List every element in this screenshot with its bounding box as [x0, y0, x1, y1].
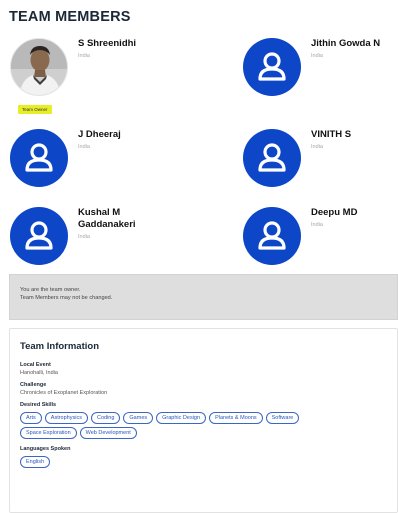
skill-chip[interactable]: Space Exploration: [20, 427, 77, 439]
team-owner-badge: Team Owner: [18, 105, 52, 114]
skill-chip[interactable]: Arts: [20, 412, 42, 424]
skill-chip[interactable]: Astrophysics: [44, 412, 88, 424]
challenge-value: Chronicles of Exoplanet Exploration: [20, 390, 108, 396]
languages-label: Languages Spoken: [20, 446, 71, 452]
person-icon: [243, 129, 301, 187]
person-icon: [243, 207, 301, 265]
member-location: India: [311, 144, 323, 150]
team-information-panel: Team Information Local Event Hanohalli, …: [9, 328, 398, 513]
member-card-4[interactable]: VINITH S India: [243, 129, 393, 189]
member-location: India: [78, 53, 90, 59]
member-card-2[interactable]: Jithin Gowda N India: [243, 38, 393, 98]
skill-chip[interactable]: Graphic Design: [156, 412, 207, 424]
member-name: Jithin Gowda N: [311, 38, 381, 49]
member-name: J Dheeraj: [78, 129, 121, 140]
skill-chip[interactable]: Planets & Moons: [209, 412, 263, 424]
skill-chip[interactable]: Games: [123, 412, 154, 424]
skill-chip[interactable]: Coding: [90, 412, 121, 424]
notice-line-1: You are the team owner.: [20, 287, 81, 293]
member-card-3[interactable]: J Dheeraj India: [10, 129, 180, 189]
member-name: Kushal M Gaddanakeri: [78, 207, 136, 230]
challenge-label: Challenge: [20, 382, 47, 388]
member-location: India: [78, 144, 90, 150]
member-card-6[interactable]: Deepu MD India: [243, 207, 393, 267]
person-icon: [10, 207, 68, 265]
skills-list: Arts Astrophysics Coding Games Graphic D…: [20, 412, 350, 439]
local-event-value: Hanohalli, India: [20, 370, 58, 376]
member-photo-avatar: [10, 38, 68, 96]
language-chip[interactable]: English: [20, 456, 51, 468]
notice-line-2: Team Members may not be changed.: [20, 295, 113, 301]
person-icon: [10, 129, 68, 187]
member-name: S Shreenidhi: [78, 38, 137, 49]
owner-notice: You are the team owner. Team Members may…: [9, 274, 398, 320]
member-card-5[interactable]: Kushal M Gaddanakeri India: [10, 207, 180, 267]
member-location: India: [311, 53, 323, 59]
member-location: India: [311, 222, 323, 228]
member-location: India: [78, 234, 90, 240]
page-title: TEAM MEMBERS: [9, 9, 131, 25]
local-event-label: Local Event: [20, 362, 51, 368]
person-icon: [243, 38, 301, 96]
skill-chip[interactable]: Web Development: [79, 427, 137, 439]
member-name: VINITH S: [311, 129, 352, 140]
team-information-title: Team Information: [20, 341, 99, 352]
member-name: Deepu MD: [311, 207, 358, 218]
member-card-1[interactable]: S Shreenidhi India Team Owner: [10, 38, 180, 118]
skill-chip[interactable]: Software: [265, 412, 300, 424]
languages-list: English: [20, 456, 350, 468]
desired-skills-label: Desired Skills: [20, 402, 57, 408]
